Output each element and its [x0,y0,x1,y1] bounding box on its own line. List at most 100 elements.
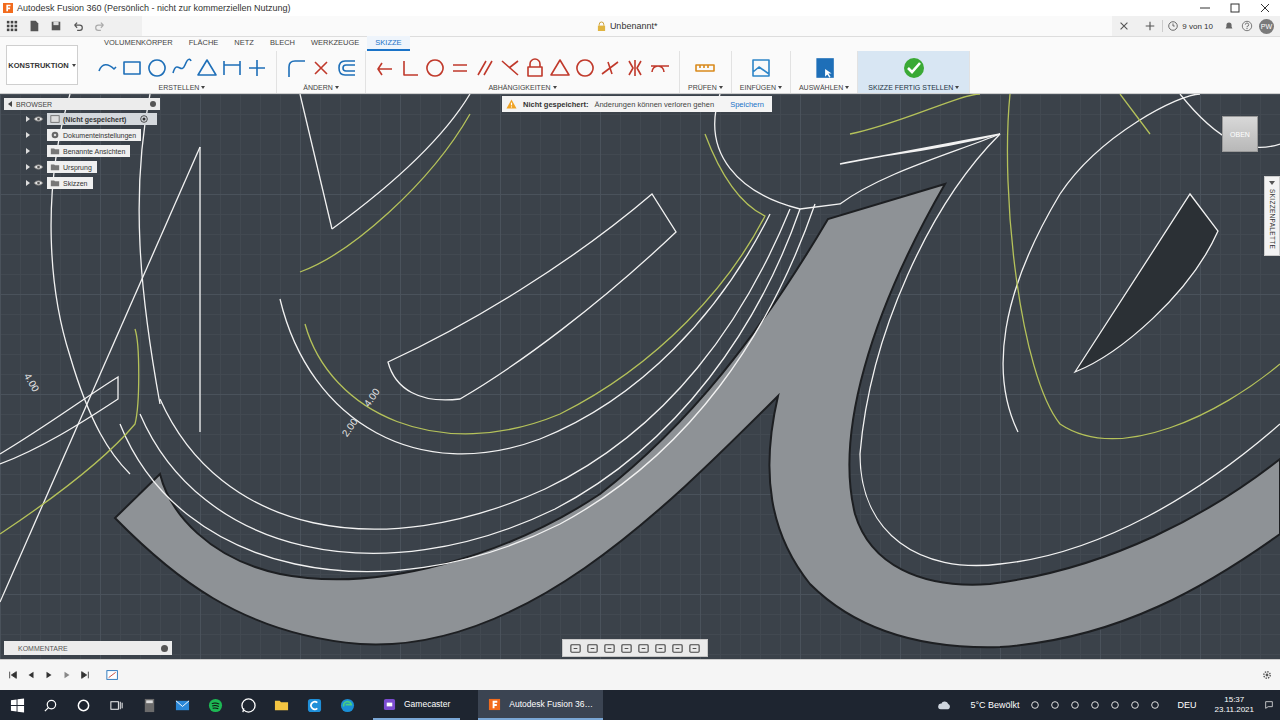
navigation-tool-icon[interactable] [586,642,599,655]
circle-tool-icon[interactable] [574,57,596,79]
sketch-geometry[interactable] [0,94,1280,659]
browser-item[interactable]: Dokumenteinstellungen [4,128,160,142]
view-cube[interactable]: OBEN [1222,116,1258,152]
visibility-icon[interactable] [33,163,44,171]
line-tool-icon[interactable] [96,57,118,79]
sketch-curve[interactable] [199,147,200,432]
tri-tool-icon[interactable] [549,57,571,79]
activate-icon[interactable] [139,114,149,124]
sketch-curve[interactable] [1075,194,1218,372]
sketch-construction-curve[interactable] [300,114,470,272]
system-tray-icon[interactable] [1050,700,1060,710]
user-avatar[interactable]: PW [1259,19,1274,34]
tri-tool-icon[interactable] [196,57,218,79]
explorer-icon[interactable] [274,698,289,713]
sketch-curve[interactable] [0,147,200,602]
clock[interactable]: 15:3723.11.2021 [1215,695,1254,715]
toolbar-tab[interactable]: VOLUMENKÖRPER [96,36,181,51]
workspace-switcher[interactable]: KONSTRUKTION [6,45,78,85]
system-tray-icon[interactable] [1130,700,1140,710]
visibility-icon[interactable] [33,147,44,155]
collapse-icon[interactable] [8,101,12,107]
navigation-tool-icon[interactable] [654,642,667,655]
select-icon[interactable] [812,56,836,80]
sketch-curve[interactable] [1003,94,1200,432]
image-tool-icon[interactable] [750,57,772,79]
sketch-curve[interactable] [160,209,790,529]
dimension-label[interactable]: 4.00 [22,371,41,393]
tool-group-label[interactable]: ERSTELLEN [159,84,206,91]
weather-cloud-icon[interactable] [937,698,952,713]
tan-tool-icon[interactable] [649,57,671,79]
visibility-icon[interactable] [33,131,44,139]
go-to-start-icon[interactable] [8,670,18,680]
dimension-label[interactable]: 2.00 [340,416,360,438]
system-tray-icon[interactable] [1090,700,1100,710]
expand-icon[interactable] [26,116,30,122]
cortana-icon[interactable] [76,698,91,713]
step-back-icon[interactable] [26,670,36,680]
sketch-palette-tab[interactable]: SKIZZENPALETTE [1264,176,1280,256]
expand-icon[interactable] [26,132,30,138]
app-c-icon[interactable] [307,698,322,713]
sketch-curve[interactable] [280,214,770,454]
lock-tool-icon[interactable] [524,57,546,79]
sketch-profile[interactable] [115,184,1280,647]
navigation-tool-icon[interactable] [671,642,684,655]
circle-tool-icon[interactable] [146,57,168,79]
undo-icon[interactable] [72,20,84,32]
input-language[interactable]: DEU [1178,700,1197,710]
cross-tool-icon[interactable] [499,57,521,79]
toolbar-tab[interactable]: WERKZEUGE [303,36,367,51]
sketch-curve[interactable] [140,209,800,553]
calculator-icon[interactable] [142,698,157,713]
whatsapp-icon[interactable] [241,698,256,713]
notifications-icon[interactable] [1223,20,1235,32]
spline-tool-icon[interactable] [171,57,193,79]
taskbar-app[interactable]: Autodesk Fusion 36… [478,690,603,720]
redo-icon[interactable] [94,20,106,32]
search-icon[interactable] [43,698,58,713]
tool-group-label[interactable]: EINFÜGEN [740,84,782,91]
save-icon[interactable] [50,20,62,32]
toolbar-tab[interactable]: FLÄCHE [181,36,227,51]
dim-tool-icon[interactable] [221,57,243,79]
help-icon[interactable] [1241,20,1253,32]
corner-tool-icon[interactable] [399,57,421,79]
sym-tool-icon[interactable] [624,57,646,79]
step-forward-icon[interactable] [62,670,72,680]
plus-tool-icon[interactable] [246,57,268,79]
play-icon[interactable] [44,670,54,680]
close-tab-icon[interactable] [1118,20,1130,32]
mid-tool-icon[interactable] [599,57,621,79]
weather-text[interactable]: 5°C Bewölkt [970,700,1019,710]
navigation-tool-icon[interactable] [603,642,616,655]
sketch-construction-curve[interactable] [305,134,765,434]
circle-tool-icon[interactable] [424,57,446,79]
tool-group-label[interactable]: SKIZZE FERTIG STELLEN [868,84,959,91]
navigation-tool-icon[interactable] [620,642,633,655]
measure-tool-icon[interactable] [694,57,716,79]
job-status[interactable]: 9 von 10 [1162,20,1217,32]
maximize-icon[interactable] [1220,2,1250,14]
sketch-construction-curve[interactable] [1007,94,1280,439]
apps-grid-icon[interactable] [6,20,18,32]
view-cube-face[interactable]: OBEN [1222,116,1258,152]
toolbar-tab[interactable]: NETZ [226,36,262,51]
taskbar-app[interactable]: Gamecaster [373,690,460,720]
expand-icon[interactable] [26,148,30,154]
system-tray-icon[interactable] [1110,700,1120,710]
settings-gear-icon[interactable] [1262,670,1272,680]
visibility-icon[interactable] [33,179,44,187]
trim-tool-icon[interactable] [310,57,332,79]
equal-tool-icon[interactable] [449,57,471,79]
navigation-tool-icon[interactable] [688,642,701,655]
offset-tool-icon[interactable] [335,57,357,79]
minimize-panel-icon[interactable] [150,101,156,107]
sketch-curve[interactable] [860,134,1280,566]
tool-group-label[interactable]: ABHÄNGIGKEITEN [488,84,556,91]
sketch-curve[interactable] [332,94,470,229]
browser-item[interactable]: Ursprung [4,160,160,174]
tool-group-label[interactable]: PRÜFEN [688,84,723,91]
navigation-tool-icon[interactable] [637,642,650,655]
